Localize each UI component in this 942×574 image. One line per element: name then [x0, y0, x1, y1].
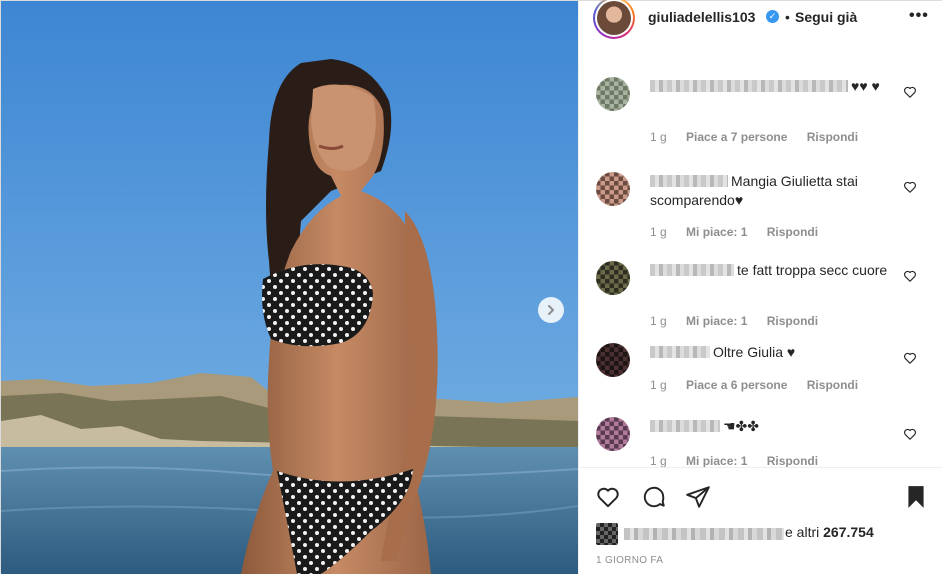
comment-text: te fatt troppa secc cuore	[650, 261, 890, 280]
blurred-username	[650, 420, 720, 432]
reply-button[interactable]: Rispondi	[807, 130, 858, 144]
comment-likes[interactable]: Piace a 7 persone	[686, 130, 787, 144]
commenter-avatar[interactable]	[596, 417, 630, 451]
more-options-icon[interactable]: •••	[909, 7, 929, 25]
comment-meta: 1 g Mi piace: 1 Rispondi	[650, 454, 834, 467]
post-timestamp[interactable]: 1 GIORNO FA	[596, 555, 663, 566]
post-actions: e altri 267.754 1 GIORNO FA	[579, 467, 942, 574]
share-icon[interactable]	[685, 484, 711, 510]
comment-meta: 1 g Piace a 6 persone Rispondi	[650, 378, 874, 392]
comment-likes[interactable]: Mi piace: 1	[686, 454, 747, 467]
like-comment-heart-icon[interactable]	[903, 427, 917, 441]
blurred-username	[650, 175, 728, 187]
comment-time: 1 g	[650, 130, 667, 144]
comment-meta: 1 g Piace a 7 persone Rispondi	[650, 130, 874, 144]
post-header: giuliadelellis103 ✓ • Segui già •••	[579, 0, 942, 39]
follow-button[interactable]: Segui già	[795, 9, 857, 25]
verified-badge-icon: ✓	[766, 10, 779, 23]
post-sidebar: giuliadelellis103 ✓ • Segui già ••• ♥♥ ♥…	[578, 0, 942, 574]
commenter-avatar[interactable]	[596, 343, 630, 377]
comment-time: 1 g	[650, 454, 667, 467]
commenter-avatar[interactable]	[596, 172, 630, 206]
comment-likes[interactable]: Piace a 6 persone	[686, 378, 787, 392]
blurred-liker-name	[624, 528, 784, 540]
comment-text: Oltre Giulia ♥	[650, 343, 890, 362]
commenter-avatar[interactable]	[596, 261, 630, 295]
comment-text: ♥♥ ♥	[650, 77, 890, 96]
comment-likes[interactable]: Mi piace: 1	[686, 314, 747, 328]
blurred-username	[650, 346, 710, 358]
comment-meta: 1 g Mi piace: 1 Rispondi	[650, 225, 834, 239]
comment-icon[interactable]	[641, 484, 667, 510]
likes-count[interactable]: e altri 267.754	[785, 524, 874, 540]
header-separator: •	[785, 9, 790, 25]
comment-text: ☚✤✤	[650, 417, 890, 436]
commenter-avatar[interactable]	[596, 77, 630, 111]
post-image[interactable]	[1, 1, 578, 574]
bookmark-icon[interactable]	[903, 484, 929, 510]
blurred-username	[650, 264, 734, 276]
reply-button[interactable]: Rispondi	[767, 454, 818, 467]
comment-time: 1 g	[650, 314, 667, 328]
photo-scene	[1, 1, 578, 574]
like-comment-heart-icon[interactable]	[903, 269, 917, 283]
comments-list[interactable]: ♥♥ ♥ 1 g Piace a 7 persone Rispondi Mang…	[579, 59, 942, 467]
comment-time: 1 g	[650, 378, 667, 392]
like-comment-heart-icon[interactable]	[903, 85, 917, 99]
like-comment-heart-icon[interactable]	[903, 351, 917, 365]
instagram-post: giuliadelellis103 ✓ • Segui già ••• ♥♥ ♥…	[0, 0, 942, 574]
username-link[interactable]: giuliadelellis103	[648, 9, 755, 25]
comment-text: Mangia Giulietta stai scomparendo♥	[650, 173, 858, 208]
chevron-right-icon	[548, 305, 555, 315]
next-image-button[interactable]	[538, 297, 564, 323]
comment-likes[interactable]: Mi piace: 1	[686, 225, 747, 239]
profile-avatar[interactable]	[593, 0, 635, 39]
like-comment-heart-icon[interactable]	[903, 180, 917, 194]
reply-button[interactable]: Rispondi	[767, 225, 818, 239]
likes-summary[interactable]: e altri 267.754	[596, 523, 936, 545]
comment-time: 1 g	[650, 225, 667, 239]
comment-meta: 1 g Mi piace: 1 Rispondi	[650, 314, 834, 328]
reply-button[interactable]: Rispondi	[807, 378, 858, 392]
blurred-username	[650, 80, 848, 92]
heart-icon[interactable]	[595, 484, 621, 510]
reply-button[interactable]: Rispondi	[767, 314, 818, 328]
liker-avatar	[596, 523, 618, 545]
